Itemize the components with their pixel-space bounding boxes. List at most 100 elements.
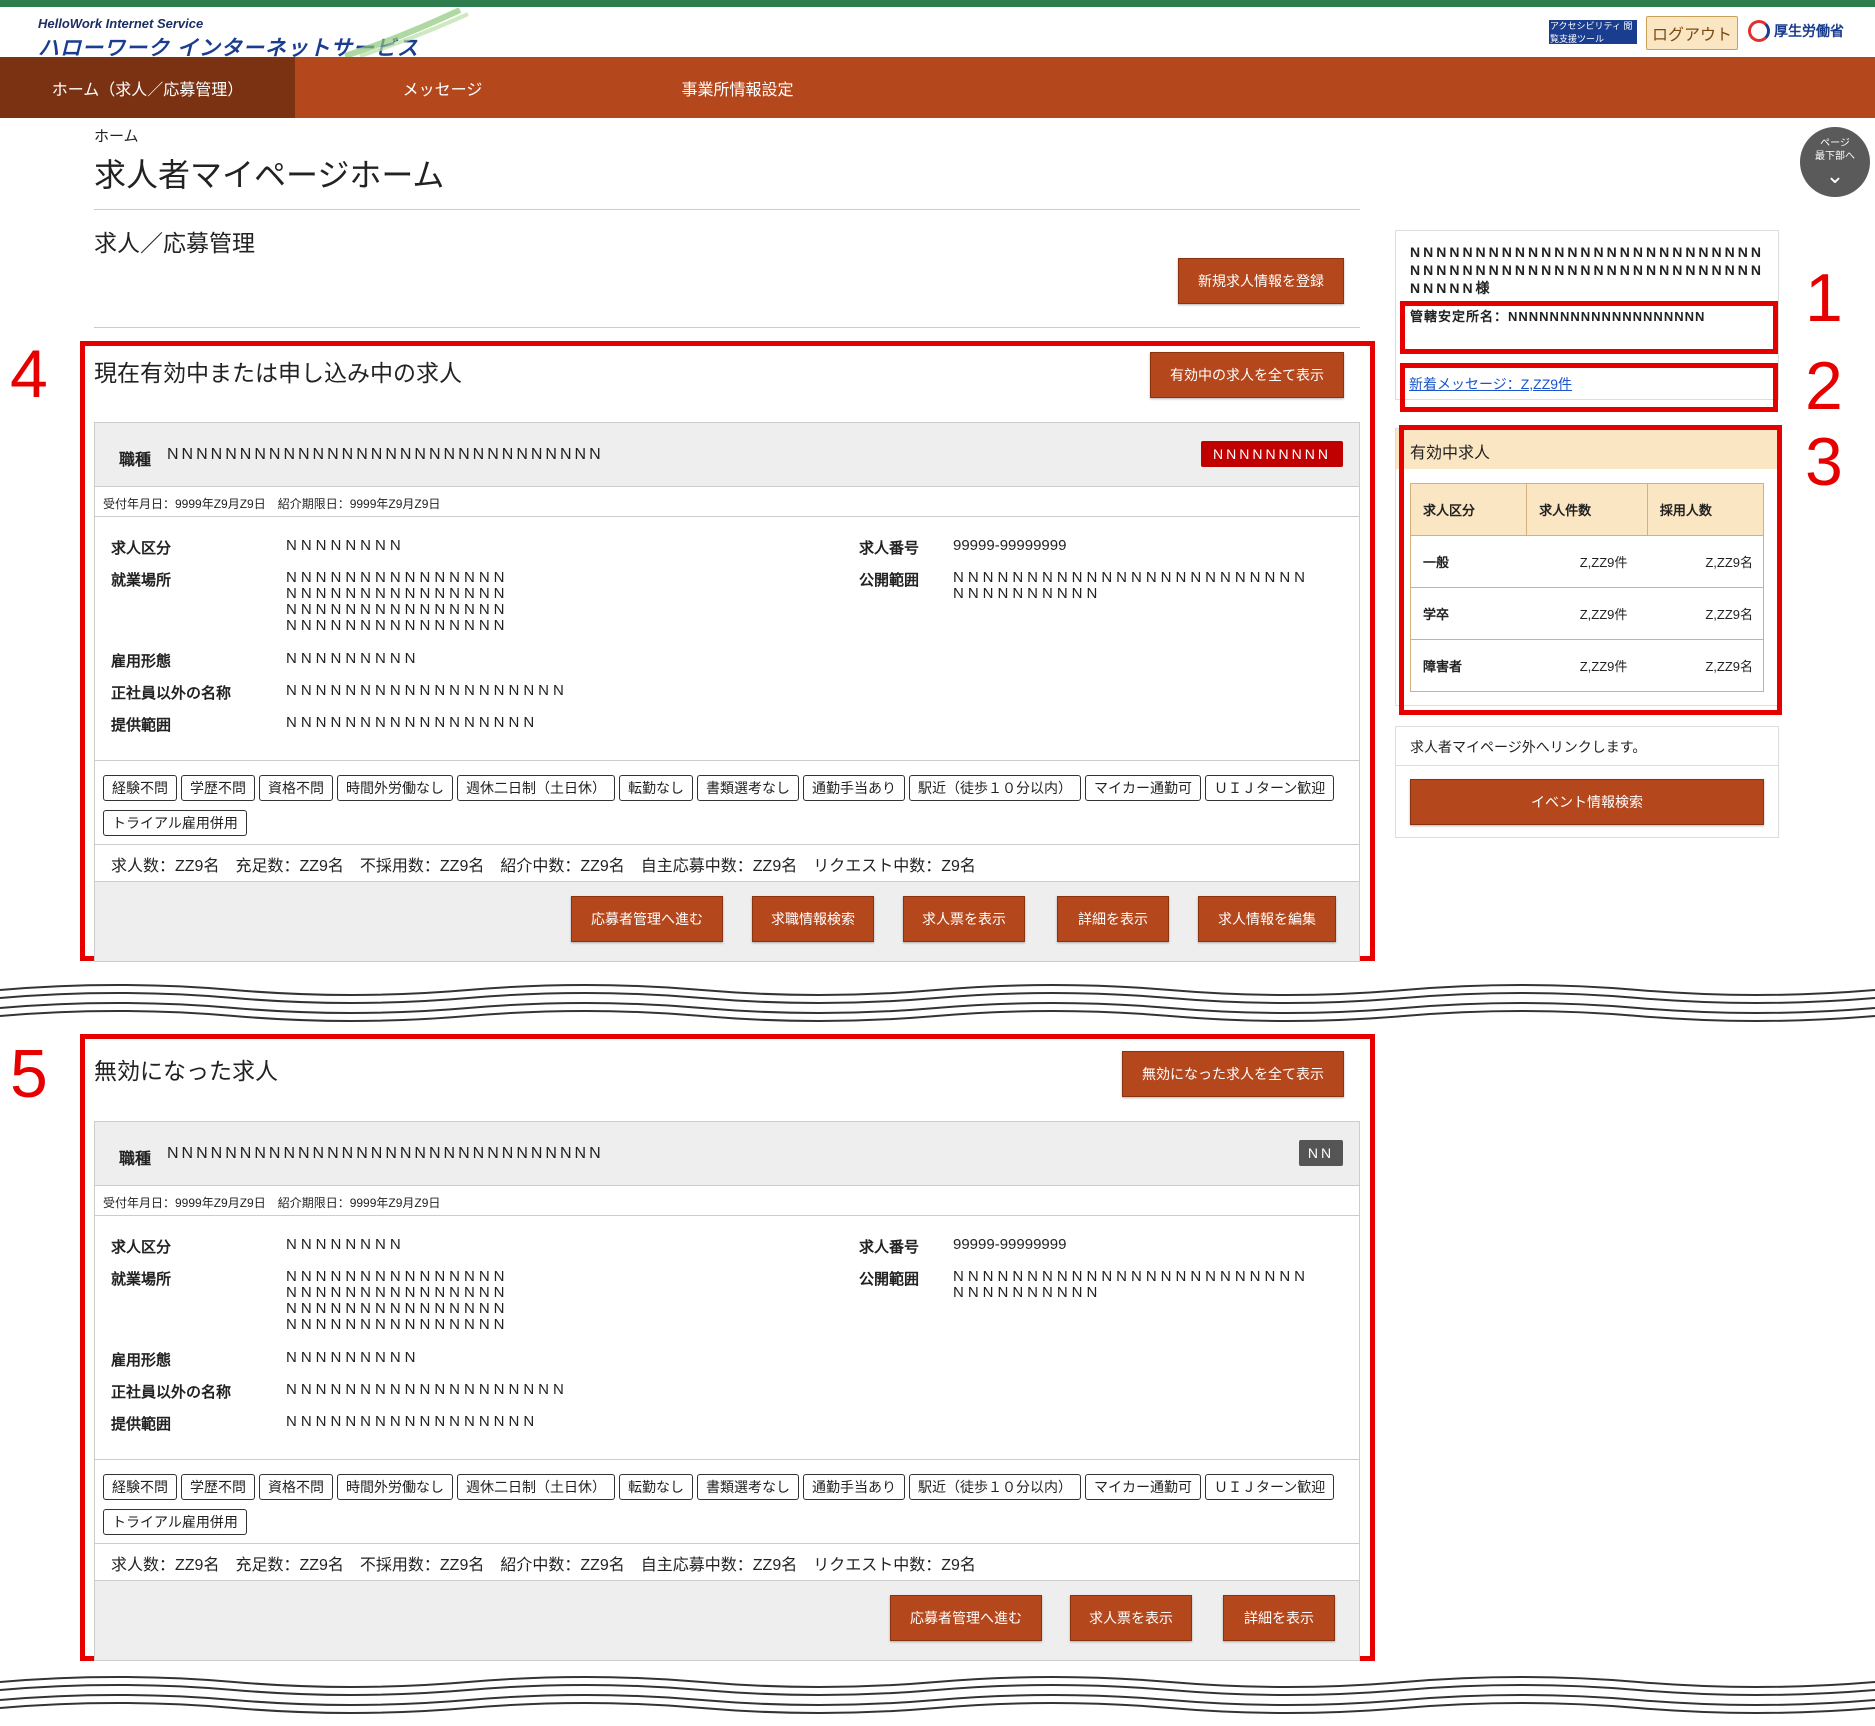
wave-separator [0, 1676, 1875, 1714]
annotation-box-2 [1400, 363, 1778, 412]
divider [1396, 765, 1778, 766]
scroll-to-bottom-button[interactable]: ページ 最下部へ ⌄ [1800, 127, 1870, 197]
field-label: 公開範囲 [859, 572, 920, 589]
job-counts: 求人数：ZZ9名 充足数：ZZ9名 不採用数：ZZ9名 紹介中数：ZZ9名 自主… [111, 1557, 976, 1574]
field-value: NNNNNNNN [286, 1236, 405, 1253]
job-tag: マイカー通勤可 [1085, 775, 1201, 801]
field-label: 雇用形態 [111, 1352, 172, 1369]
annotation-4: 4 [10, 336, 48, 412]
job-tag: 駅近（徒歩１０分以内） [909, 775, 1081, 801]
main-nav: ホーム（求人／応募管理） メッセージ 事業所情報設定 [0, 57, 1875, 118]
field-value: NNNNNNNNNNNNNNNNN [286, 1413, 539, 1430]
employer-name: NNNNNNNNNNNNNNNNNNNNNNNNNNNNNNNNNNNNNNNN… [1410, 244, 1764, 296]
field-value: NNNNNNNNNNNNNNN NNNNNNNNNNNNNNN NNNNNNNN… [286, 569, 509, 634]
job-tags: 経験不問 学歴不問 資格不問 時間外労働なし 週休二日制（土日休） 転勤なし 書… [95, 761, 1359, 845]
annotation-3: 3 [1805, 424, 1843, 500]
job-tag: 時間外労働なし [337, 775, 453, 801]
edit-job-button[interactable]: 求人情報を編集 [1198, 896, 1336, 942]
job-tags: 経験不問 学歴不問 資格不問 時間外労働なし 週休二日制（土日休） 転勤なし 書… [95, 1460, 1359, 1544]
applicant-management-button[interactable]: 応募者管理へ進む [890, 1595, 1042, 1641]
field-label: 求人区分 [111, 1239, 172, 1256]
field-value: NNNNNNNNNNNNNNNNN [286, 714, 539, 731]
invalid-jobs-heading: 無効になった求人 [94, 1058, 278, 1084]
annotation-box-1 [1400, 301, 1778, 354]
register-new-job-button[interactable]: 新規求人情報を登録 [1178, 258, 1344, 304]
job-card-header: 職種 NNNNNNNNNNNNNNNNNNNNNNNNNNNNNN NN [95, 1122, 1359, 1186]
job-tag: 経験不問 [103, 1474, 177, 1500]
job-tag: 学歴不問 [181, 775, 255, 801]
logo-swoosh-icon [344, 8, 469, 58]
job-tag: 駅近（徒歩１０分以内） [909, 1474, 1081, 1500]
job-tag: 書類選考なし [697, 775, 799, 801]
field-label: 求人番号 [859, 1239, 920, 1256]
divider [94, 327, 1360, 328]
invalid-job-card: 職種 NNNNNNNNNNNNNNNNNNNNNNNNNNNNNN NN 受付年… [94, 1121, 1360, 1661]
event-search-button[interactable]: イベント情報検索 [1410, 779, 1764, 825]
nav-item-home[interactable]: ホーム（求人／応募管理） [0, 57, 295, 118]
field-label: 雇用形態 [111, 653, 172, 670]
job-tag: 書類選考なし [697, 1474, 799, 1500]
field-label: 就業場所 [111, 1271, 172, 1288]
job-tag: 週休二日制（土日休） [457, 775, 615, 801]
field-label: 正社員以外の名称 [111, 1384, 232, 1401]
divider [94, 209, 1360, 210]
job-tag: 経験不問 [103, 775, 177, 801]
field-value: NNNNNNNNNNNNNNNNNNN [286, 682, 568, 699]
show-details-button[interactable]: 詳細を表示 [1057, 896, 1169, 942]
accessibility-tool-button[interactable]: アクセシビリティ 閲覧支援ツール [1549, 20, 1637, 44]
field-value: 99999-99999999 [953, 1236, 1067, 1253]
nav-item-office-settings[interactable]: 事業所情報設定 [590, 57, 885, 118]
show-details-button[interactable]: 詳細を表示 [1223, 1595, 1335, 1641]
show-all-active-jobs-button[interactable]: 有効中の求人を全て表示 [1150, 352, 1344, 398]
active-jobs-heading: 現在有効中または申し込み中の求人 [94, 360, 462, 386]
field-value: NNNNNNNNN [286, 650, 420, 667]
job-tag: 転勤なし [619, 1474, 693, 1500]
job-tag: トライアル雇用併用 [103, 809, 247, 836]
job-tag: 資格不問 [259, 1474, 333, 1500]
section-title: 求人／応募管理 [94, 230, 255, 256]
external-link-panel: 求人者マイページ外へリンクします。 イベント情報検索 [1395, 726, 1779, 838]
nav-item-messages[interactable]: メッセージ [295, 57, 590, 118]
show-job-sheet-button[interactable]: 求人票を表示 [1070, 1595, 1192, 1641]
job-tag: マイカー通勤可 [1085, 1474, 1201, 1500]
show-all-invalid-jobs-button[interactable]: 無効になった求人を全て表示 [1122, 1051, 1344, 1097]
logout-button[interactable]: ログアウト [1646, 16, 1738, 50]
occupation-value: NNNNNNNNNNNNNNNNNNNNNNNNNNNNNN [167, 446, 604, 463]
field-label: 提供範囲 [111, 1416, 172, 1433]
scroll-button-line1: ページ [1820, 138, 1850, 149]
external-link-note: 求人者マイページ外へリンクします。 [1410, 739, 1647, 755]
applicant-management-button[interactable]: 応募者管理へ進む [571, 896, 723, 942]
annotation-box-3 [1399, 425, 1782, 715]
field-value: NNNNNNNNN [286, 1349, 420, 1366]
job-tag: 通勤手当あり [803, 775, 905, 801]
job-tag: 転勤なし [619, 775, 693, 801]
ministry-logo[interactable]: 厚生労働省 [1748, 20, 1844, 42]
job-dates: 受付年月日：9999年Z9月Z9日 紹介期限日：9999年Z9月Z9日 [95, 1186, 1359, 1216]
breadcrumb[interactable]: ホーム [94, 125, 139, 146]
show-job-sheet-button[interactable]: 求人票を表示 [903, 896, 1025, 942]
job-tag: 時間外労働なし [337, 1474, 453, 1500]
ministry-label: 厚生労働省 [1774, 23, 1844, 39]
wave-separator [0, 984, 1875, 1022]
field-value: NNNNNNNNNNNNNNNNNNNNNNNN NNNNNNNNNN [953, 1268, 1309, 1301]
annotation-1: 1 [1805, 260, 1843, 336]
job-tag: ＵＩＪターン歓迎 [1205, 775, 1335, 801]
occupation-label: 職種 [119, 1151, 152, 1168]
job-tag: 資格不問 [259, 775, 333, 801]
field-label: 提供範囲 [111, 717, 172, 734]
job-seeker-search-button[interactable]: 求職情報検索 [752, 896, 874, 942]
job-tag: トライアル雇用併用 [103, 1508, 247, 1535]
chevron-down-icon: ⌄ [1825, 163, 1845, 188]
annotation-2: 2 [1805, 348, 1843, 424]
job-tag: 学歴不問 [181, 1474, 255, 1500]
job-tag: 週休二日制（土日休） [457, 1474, 615, 1500]
job-actions: 応募者管理へ進む 求人票を表示 詳細を表示 [95, 1580, 1359, 1660]
field-label: 就業場所 [111, 572, 172, 589]
field-value: NNNNNNNNNNNNNNNNNNN [286, 1381, 568, 1398]
field-value: NNNNNNNN [286, 537, 405, 554]
job-actions: 応募者管理へ進む 求職情報検索 求人票を表示 詳細を表示 求人情報を編集 [95, 881, 1359, 961]
active-job-card: 職種 NNNNNNNNNNNNNNNNNNNNNNNNNNNNNN NNNNNN… [94, 422, 1360, 962]
job-fields: 求人区分 NNNNNNNN 就業場所 NNNNNNNNNNNNNNN NNNNN… [95, 1216, 1359, 1460]
status-badge: NN [1299, 1140, 1343, 1166]
top-accent-line [0, 0, 1875, 7]
